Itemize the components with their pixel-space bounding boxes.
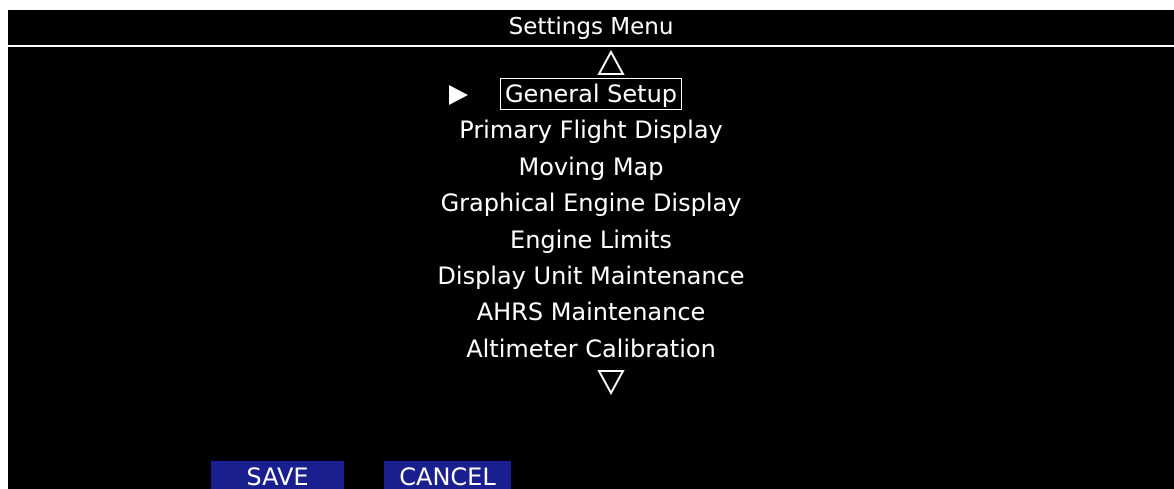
menu-item-text: General Setup (504, 80, 678, 108)
menu-item-display-unit-maintenance[interactable]: Display Unit Maintenance (8, 258, 1174, 294)
page-title: Settings Menu (508, 14, 674, 40)
settings-screen: Settings Menu General Setup Primary Flig… (8, 10, 1174, 489)
menu-item-label: Moving Map (518, 152, 664, 181)
menu-item-engine-limits[interactable]: Engine Limits (8, 222, 1174, 258)
scroll-up-icon[interactable] (597, 50, 625, 76)
menu-item-label: General Setup (448, 78, 683, 110)
menu-item-label: AHRS Maintenance (476, 298, 706, 327)
save-button[interactable]: SAVE (211, 461, 344, 489)
selector-arrow-icon (447, 84, 469, 106)
scroll-down-icon[interactable] (597, 369, 625, 395)
menu-item-moving-map[interactable]: Moving Map (8, 149, 1174, 185)
menu-item-primary-flight-display[interactable]: Primary Flight Display (8, 112, 1174, 148)
menu-item-ahrs-maintenance[interactable]: AHRS Maintenance (8, 294, 1174, 330)
menu-item-label: Graphical Engine Display (440, 189, 742, 218)
menu-item-label: Display Unit Maintenance (437, 261, 745, 290)
cancel-button[interactable]: CANCEL (384, 461, 511, 489)
menu-item-label: Altimeter Calibration (466, 334, 716, 363)
menu-item-altimeter-calibration[interactable]: Altimeter Calibration (8, 331, 1174, 367)
menu-item-general-setup[interactable]: General Setup (8, 76, 1174, 112)
settings-menu-list: General Setup Primary Flight Display Mov… (8, 76, 1174, 367)
menu-item-label: Primary Flight Display (459, 116, 723, 145)
title-divider (8, 45, 1174, 47)
menu-item-label: Engine Limits (510, 225, 672, 254)
menu-item-graphical-engine-display[interactable]: Graphical Engine Display (8, 185, 1174, 221)
